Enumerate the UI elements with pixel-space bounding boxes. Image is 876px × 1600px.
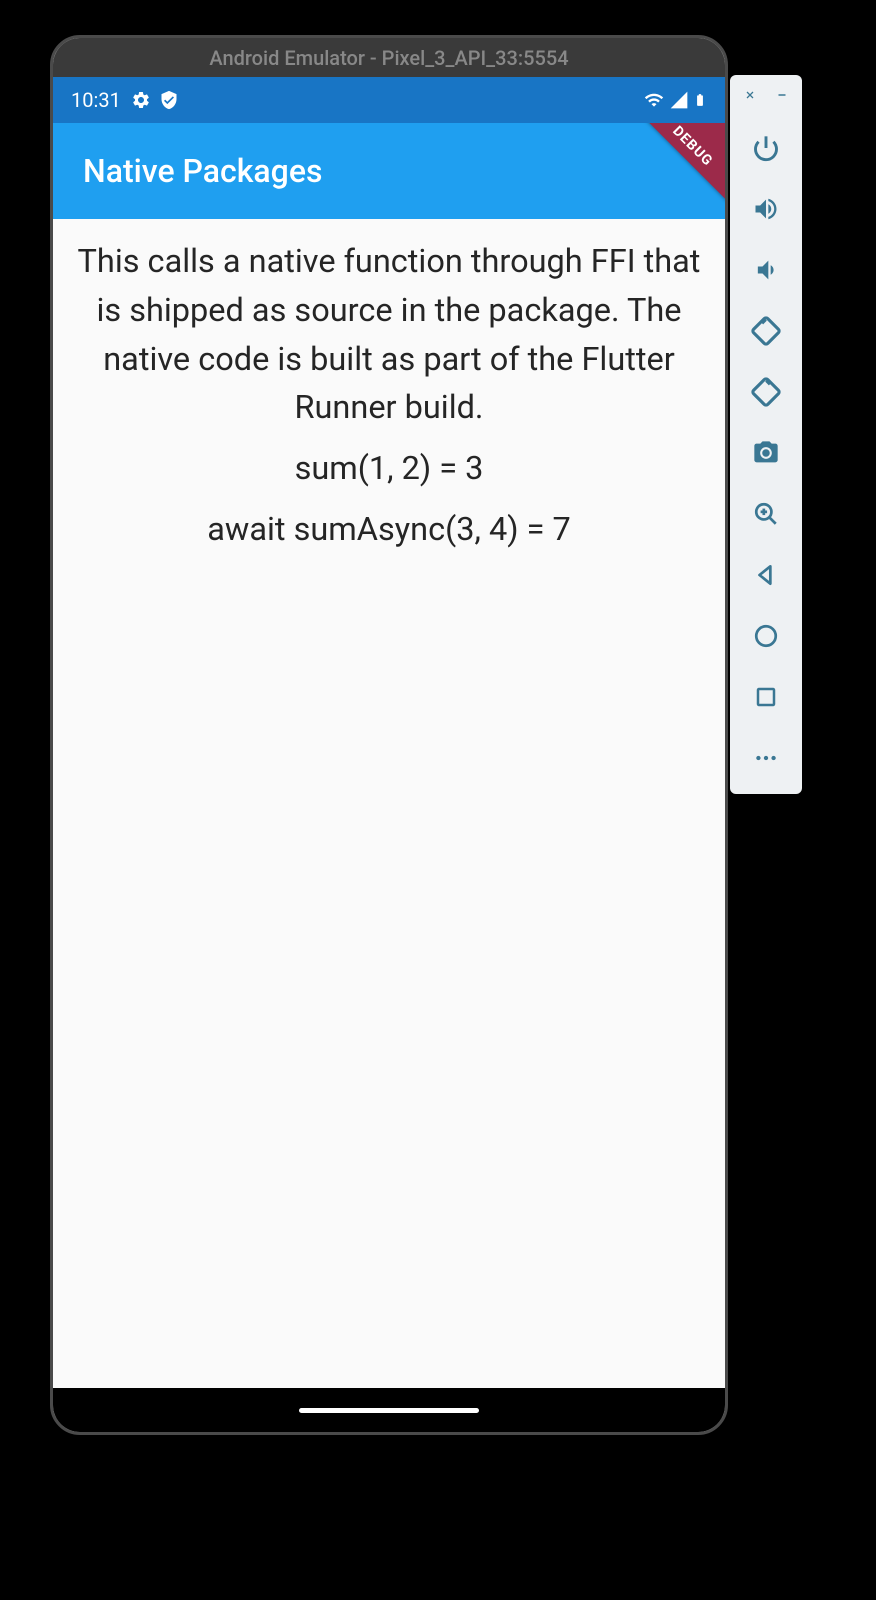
result-sum-async: await sumAsync(3, 4) = 7: [68, 505, 710, 554]
status-time: 10:31: [71, 88, 121, 112]
result-sum: sum(1, 2) = 3: [68, 444, 710, 493]
back-button[interactable]: [742, 551, 790, 599]
more-button[interactable]: [742, 734, 790, 782]
volume-down-button[interactable]: [742, 246, 790, 294]
sidebar-window-controls: [742, 87, 790, 103]
emulator-title: Android Emulator - Pixel_3_API_33:5554: [209, 46, 568, 70]
zoom-button[interactable]: [742, 490, 790, 538]
status-icons-left: [131, 90, 179, 110]
signal-icon: [669, 90, 689, 110]
close-button[interactable]: [742, 87, 758, 103]
debug-banner: DEBUG: [631, 123, 725, 208]
device-navbar[interactable]: [53, 1388, 725, 1432]
power-button[interactable]: [742, 124, 790, 172]
nav-handle[interactable]: [299, 1408, 479, 1413]
overview-button[interactable]: [742, 673, 790, 721]
gear-icon: [131, 90, 151, 110]
minimize-button[interactable]: [774, 87, 790, 103]
volume-up-button[interactable]: [742, 185, 790, 233]
status-right: [643, 89, 707, 111]
emulator-sidebar: [730, 75, 802, 794]
wifi-icon: [643, 90, 665, 110]
description-text: This calls a native function through FFI…: [68, 237, 710, 432]
app-body: This calls a native function through FFI…: [53, 219, 725, 1388]
screenshot-button[interactable]: [742, 429, 790, 477]
rotate-left-button[interactable]: [742, 307, 790, 355]
emulator-titlebar: Android Emulator - Pixel_3_API_33:5554: [53, 38, 725, 77]
battery-icon: [693, 89, 707, 111]
emulator-frame: Android Emulator - Pixel_3_API_33:5554 1…: [50, 35, 728, 1435]
device-statusbar: 10:31: [53, 77, 725, 123]
status-left: 10:31: [71, 88, 179, 112]
home-button[interactable]: [742, 612, 790, 660]
app-title: Native Packages: [83, 152, 322, 190]
shield-icon: [159, 90, 179, 110]
rotate-right-button[interactable]: [742, 368, 790, 416]
app-bar: Native Packages DEBUG: [53, 123, 725, 219]
